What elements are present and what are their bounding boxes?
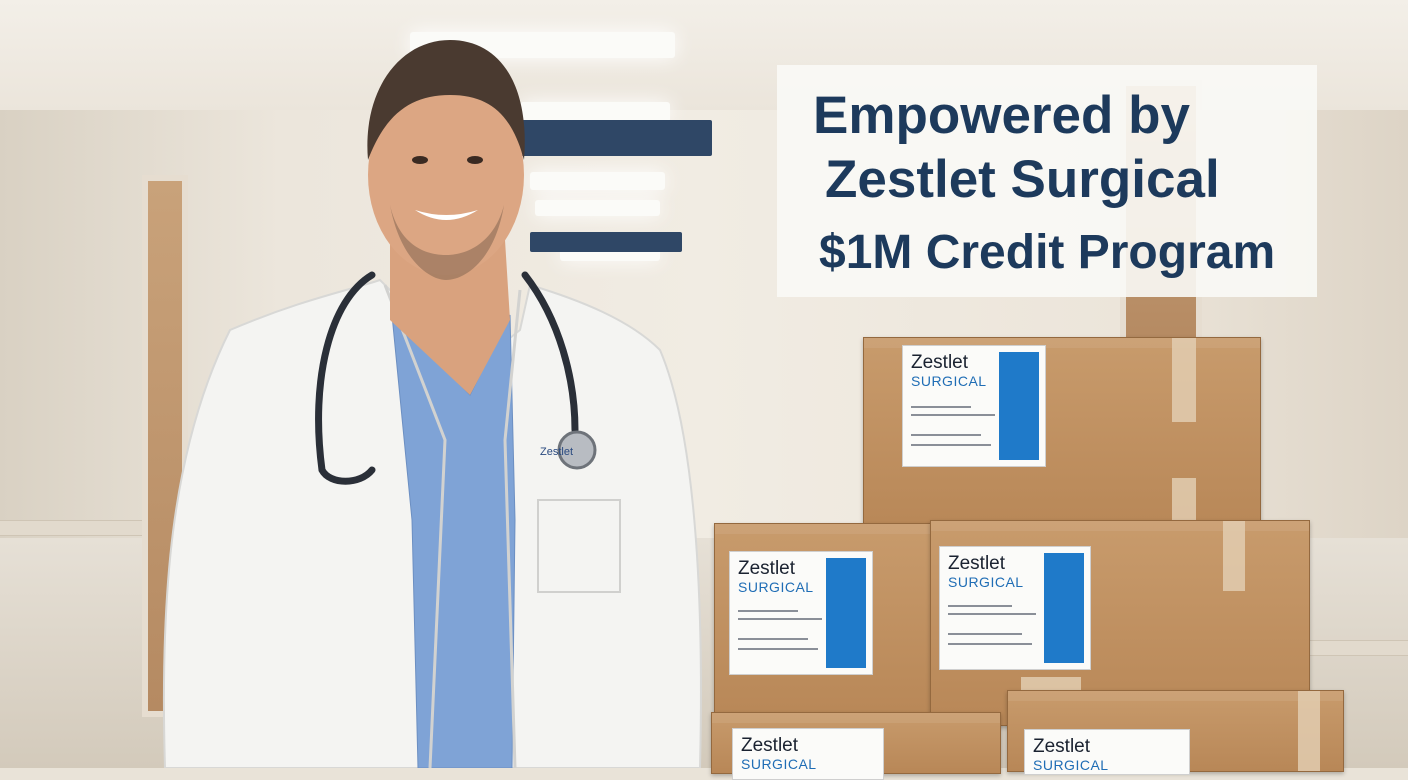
box-label-brand: Zestlet xyxy=(738,558,796,579)
svg-text:Zestlet: Zestlet xyxy=(540,446,573,458)
headline-panel: Empowered by Zestlet Surgical $1M Credit… xyxy=(777,65,1317,297)
box-label-accent xyxy=(826,558,866,668)
box-label-sub: SURGICAL xyxy=(911,373,987,389)
box-label-sub: SURGICAL xyxy=(738,579,814,595)
box-label-sub: SURGICAL xyxy=(741,756,817,772)
headline-line-3: $1M Credit Program xyxy=(819,226,1276,279)
box-label-brand: Zestlet xyxy=(911,352,969,373)
box-label-brand: Zestlet xyxy=(948,553,1006,574)
headline-line-2: Zestlet Surgical xyxy=(825,150,1220,209)
box-label: Zestlet SURGICAL xyxy=(1024,729,1190,775)
headline-line-1: Empowered by xyxy=(813,86,1190,145)
shipping-box: Zestlet SURGICAL xyxy=(1007,690,1344,775)
box-label-sub: SURGICAL xyxy=(948,574,1024,590)
shipping-box: Zestlet SURGICAL xyxy=(711,712,1001,780)
box-label-accent xyxy=(1044,553,1084,663)
box-label: Zestlet SURGICAL xyxy=(902,345,1046,467)
box-label: Zestlet SURGICAL xyxy=(939,546,1091,670)
box-label: Zestlet SURGICAL xyxy=(729,551,873,675)
box-label-brand: Zestlet xyxy=(741,735,799,756)
box-label: Zestlet SURGICAL xyxy=(732,728,884,780)
box-label-accent xyxy=(999,352,1039,460)
shipping-box: Zestlet SURGICAL xyxy=(714,523,938,722)
box-label-brand: Zestlet xyxy=(1033,736,1091,757)
box-label-sub: SURGICAL xyxy=(1033,757,1109,773)
shipping-box: Zestlet SURGICAL xyxy=(863,337,1261,533)
